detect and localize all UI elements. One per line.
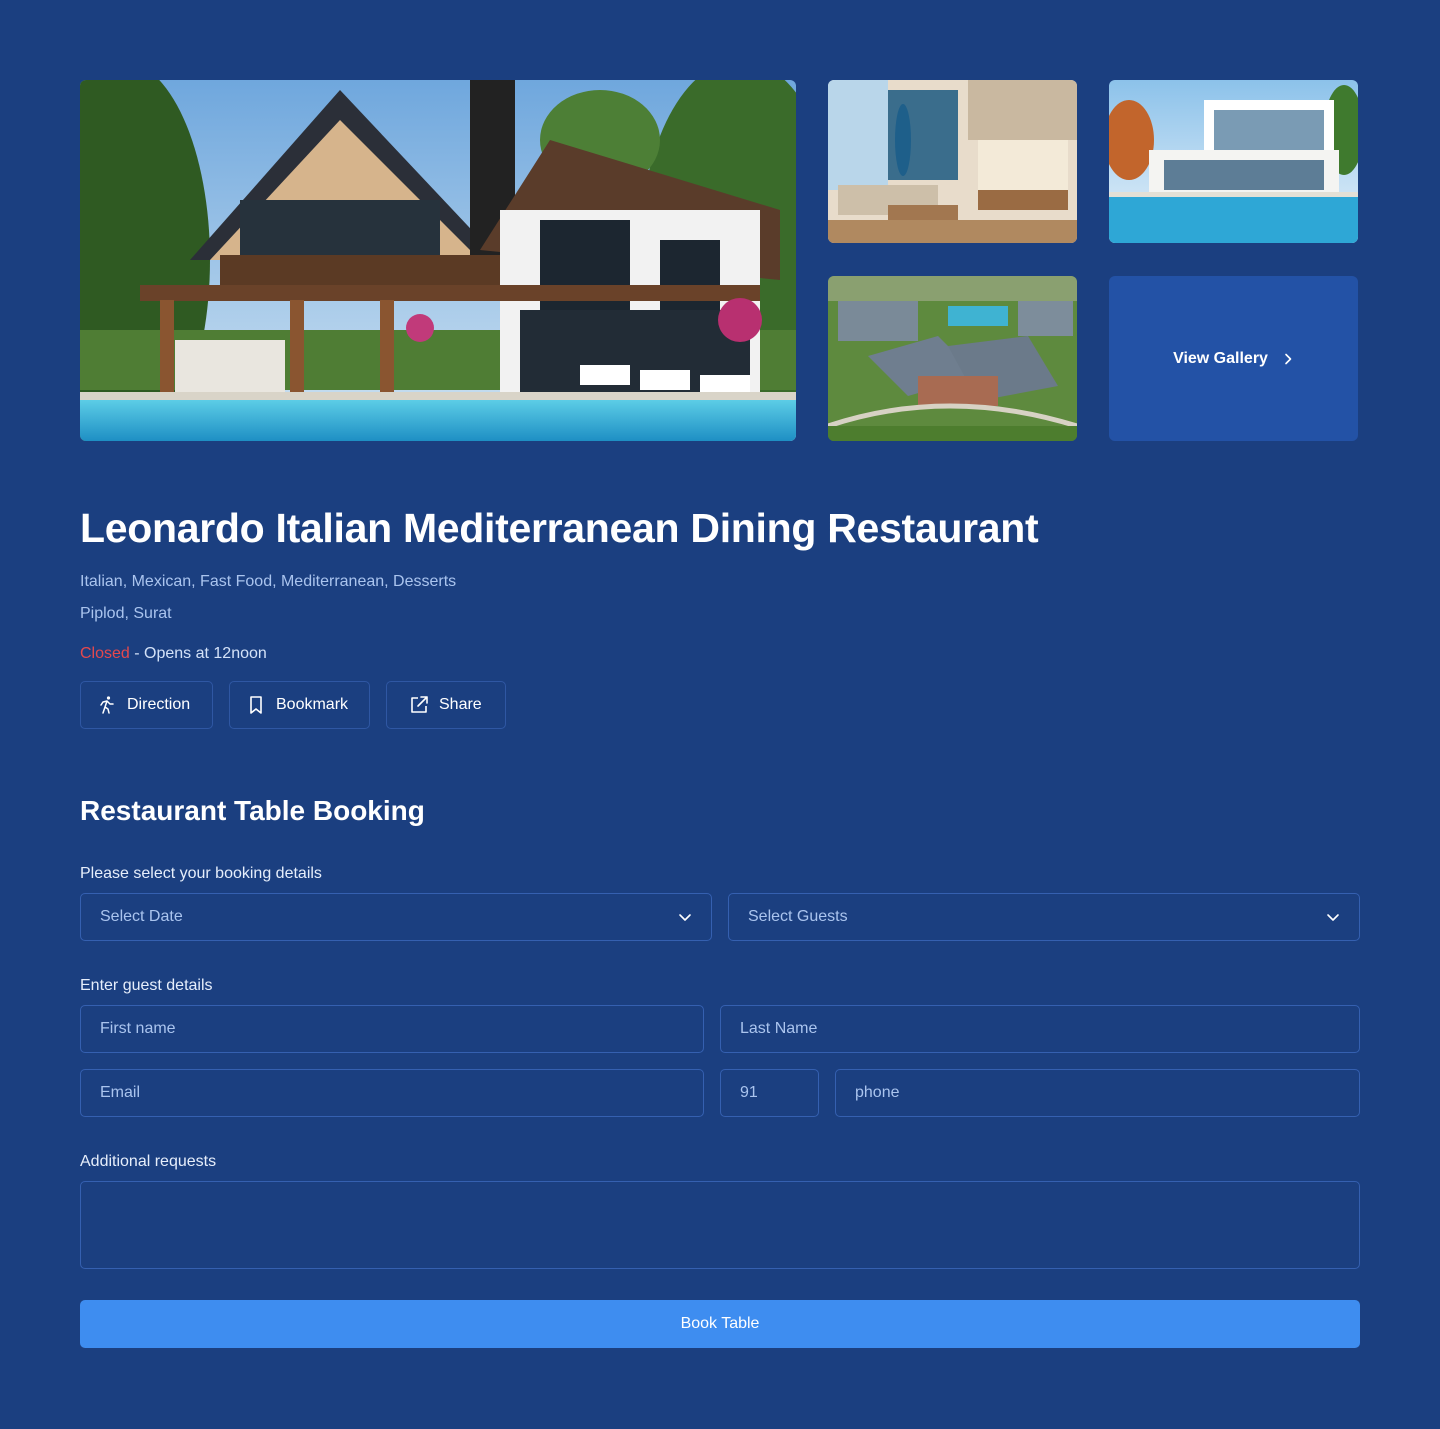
last-name-input[interactable] <box>740 1020 1340 1038</box>
last-name-field[interactable] <box>720 1005 1360 1053</box>
select-guests-dropdown[interactable]: Select Guests <box>728 893 1360 941</box>
opening-time: - Opens at 12noon <box>129 645 267 662</box>
restaurant-name: Leonardo Italian Mediterranean Dining Re… <box>80 505 1039 551</box>
phone-field[interactable] <box>835 1069 1360 1117</box>
chevron-right-icon <box>1285 353 1292 364</box>
view-gallery-button[interactable]: View Gallery <box>1109 276 1358 441</box>
phone-input[interactable] <box>855 1084 1340 1102</box>
country-code-field[interactable]: 91 <box>720 1069 819 1117</box>
email-field[interactable] <box>80 1069 704 1117</box>
select-date-dropdown[interactable]: Select Date <box>80 893 712 941</box>
guest-details-label: Enter guest details <box>80 977 213 994</box>
share-button[interactable]: Share <box>386 681 506 729</box>
booking-details-label: Please select your booking details <box>80 865 322 882</box>
additional-requests-input[interactable] <box>100 1196 1340 1256</box>
running-person-icon <box>100 696 114 714</box>
cuisine-list: Italian, Mexican, Fast Food, Mediterrane… <box>80 573 457 590</box>
first-name-field[interactable] <box>80 1005 704 1053</box>
photo-gallery: View Gallery <box>80 80 1360 441</box>
aerial-resort-photo[interactable] <box>828 276 1077 441</box>
country-code-value: 91 <box>740 1084 758 1101</box>
first-name-input[interactable] <box>100 1020 684 1038</box>
restaurant-location: Piplod, Surat <box>80 605 172 622</box>
book-table-button[interactable]: Book Table <box>80 1300 1360 1348</box>
booking-title: Restaurant Table Booking <box>80 795 425 826</box>
living-room-photo[interactable] <box>828 80 1077 243</box>
external-link-icon <box>411 696 428 713</box>
opening-status: Closed - Opens at 12noon <box>80 645 267 663</box>
email-input[interactable] <box>100 1084 684 1102</box>
select-date-placeholder: Select Date <box>100 908 183 925</box>
bookmark-button[interactable]: Bookmark <box>229 681 370 729</box>
additional-requests-label: Additional requests <box>80 1153 217 1170</box>
share-label: Share <box>439 696 482 713</box>
direction-label: Direction <box>127 696 191 713</box>
chevron-down-icon <box>679 914 691 921</box>
pool-villa-photo[interactable] <box>1109 80 1358 243</box>
select-guests-placeholder: Select Guests <box>748 908 848 925</box>
bookmark-label: Bookmark <box>276 696 349 713</box>
additional-requests-field[interactable] <box>80 1181 1360 1269</box>
bookmark-icon <box>250 696 262 714</box>
direction-button[interactable]: Direction <box>80 681 213 729</box>
view-gallery-label: View Gallery <box>1173 349 1268 367</box>
chevron-down-icon <box>1327 914 1339 921</box>
main-house-photo[interactable] <box>80 80 796 441</box>
closed-badge: Closed <box>80 645 130 662</box>
